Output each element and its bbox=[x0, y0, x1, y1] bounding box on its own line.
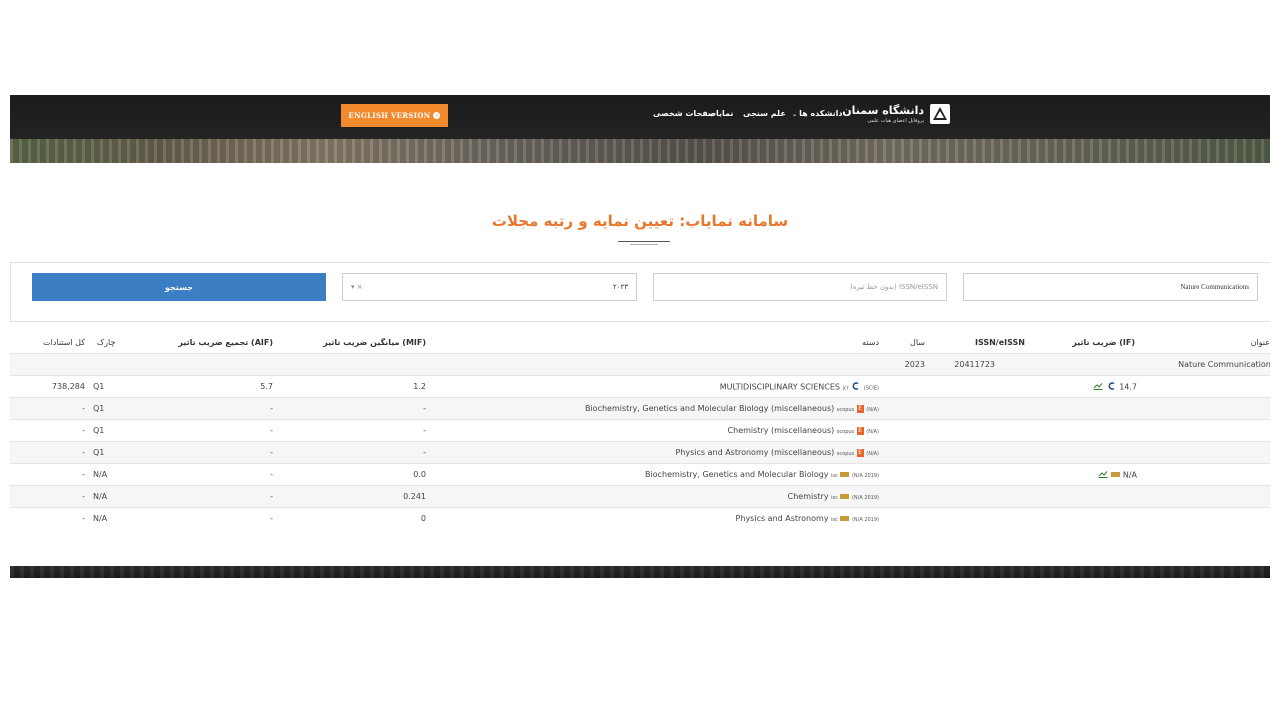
header-aif: تجمیع ضریب تاثیر (AIF) bbox=[178, 337, 273, 347]
scopus-icon: E bbox=[856, 404, 864, 413]
quartile-cell: N/A bbox=[85, 485, 125, 508]
nav-faculties[interactable]: ⌄ دانشکده ها bbox=[792, 109, 842, 118]
nav-scientometrics[interactable]: علم سنجی bbox=[743, 109, 786, 118]
msrt-icon bbox=[840, 494, 850, 499]
trend-chart-icon[interactable] bbox=[1093, 382, 1103, 392]
aif-cell: 5.7 bbox=[125, 375, 273, 398]
quartile-cell: N/A bbox=[85, 463, 125, 486]
trend-chart-icon[interactable] bbox=[1098, 470, 1108, 480]
quartile-cell: Q1 bbox=[85, 441, 125, 464]
citations-cell: - bbox=[10, 507, 85, 529]
issn-input[interactable]: ISSN/eISSN (بدون خط تیره) bbox=[653, 273, 947, 301]
mif-cell: 1.2 bbox=[273, 375, 426, 398]
mif-cell: - bbox=[273, 397, 426, 420]
table-row: - Q1 - - Chemistry (miscellaneous) scopu… bbox=[10, 419, 1270, 442]
scopus-icon: E bbox=[856, 426, 864, 435]
mif-cell: - bbox=[273, 419, 426, 442]
category-cell: Physics and Astronomy (miscellaneous) sc… bbox=[426, 441, 882, 464]
english-version-button[interactable]: ENGLISH VERSION › bbox=[341, 104, 448, 127]
aif-cell: - bbox=[125, 397, 273, 420]
table-row: - N/A - 0 Physics and Astronomy isc (N/A… bbox=[10, 507, 1270, 529]
english-version-label: ENGLISH VERSION bbox=[348, 111, 431, 120]
university-emblem-icon bbox=[930, 104, 950, 124]
site-footer bbox=[10, 566, 1270, 578]
aif-cell: - bbox=[125, 441, 273, 464]
year-select[interactable]: ۲۰۲۳ ▾ × bbox=[342, 273, 637, 301]
msrt-icon bbox=[1111, 472, 1121, 477]
citations-cell: - bbox=[10, 419, 85, 442]
aif-cell: - bbox=[125, 485, 273, 508]
aif-cell: - bbox=[125, 507, 273, 529]
quartile-cell: N/A bbox=[85, 507, 125, 529]
if-cell: 14.7 bbox=[1027, 375, 1137, 398]
header-title: عنوان bbox=[1250, 337, 1270, 347]
msrt-icon bbox=[840, 472, 850, 477]
header-mif: میانگین ضریب تاثیر (MIF) bbox=[323, 337, 426, 347]
citations-cell: - bbox=[10, 397, 85, 420]
mif-cell: 0 bbox=[273, 507, 426, 529]
category-cell: Physics and Astronomy isc (N/A 2019) bbox=[426, 507, 882, 529]
citations-cell: - bbox=[10, 441, 85, 464]
header-category: دسته bbox=[862, 337, 879, 347]
scopus-icon: E bbox=[856, 448, 864, 457]
journal-name-input[interactable]: Nature Communications bbox=[963, 273, 1258, 301]
quartile-cell: Q1 bbox=[85, 375, 125, 398]
category-cell: Chemistry isc (N/A 2019) bbox=[426, 485, 882, 508]
mif-cell: - bbox=[273, 441, 426, 464]
header-citations: کل استنادات bbox=[43, 337, 85, 347]
jcr-icon bbox=[852, 381, 860, 392]
year-value: ۲۰۲۳ bbox=[612, 283, 628, 291]
header-year: سال bbox=[910, 337, 925, 347]
site-header: ENGLISH VERSION › ⌄ دانشکده ها علم سنجی … bbox=[10, 95, 1270, 163]
journal-row: 2023 20411723 Nature Communications bbox=[10, 353, 1270, 376]
category-cell: Chemistry (miscellaneous) scopus E (N/A) bbox=[426, 419, 882, 442]
header-if: ضریب تاثیر (IF) bbox=[1072, 337, 1135, 347]
logo-subtitle: پروفایل اعضای هیات علمی bbox=[867, 118, 924, 124]
table-row: - Q1 - - Physics and Astronomy (miscella… bbox=[10, 441, 1270, 464]
table-row: - N/A - 0.0 Biochemistry, Genetics and M… bbox=[10, 463, 1270, 486]
aif-cell: - bbox=[125, 419, 273, 442]
table-row: - N/A - 0.241 Chemistry isc (N/A 2019) bbox=[10, 485, 1270, 508]
header-issn: ISSN/eISSN bbox=[974, 337, 1025, 347]
citations-cell: 738,284 bbox=[10, 375, 85, 398]
dropdown-arrow-icon[interactable]: ▾ bbox=[351, 283, 355, 291]
table-row: - Q1 - - Biochemistry, Genetics and Mole… bbox=[10, 397, 1270, 420]
header-quartile: چارک bbox=[97, 337, 116, 347]
journal-title[interactable]: Nature Communications bbox=[1137, 353, 1270, 376]
page-title: سامانه نمایاب: تعیین نمایه و رتبه مجلات bbox=[491, 212, 789, 230]
category-cell: Biochemistry, Genetics and Molecular Bio… bbox=[426, 397, 882, 420]
aif-cell: - bbox=[125, 463, 273, 486]
clear-icon[interactable]: × bbox=[357, 283, 363, 291]
category-cell: MULTIDISCIPLINARY SCIENCES jcr (SCIE) bbox=[426, 375, 882, 398]
if-cell: N/A bbox=[1027, 463, 1137, 486]
search-button[interactable]: جستجو bbox=[32, 273, 326, 301]
results-table: کل استنادات چارک تجمیع ضریب تاثیر (AIF) … bbox=[10, 331, 1270, 529]
jcr-icon bbox=[1108, 381, 1116, 392]
journal-issn: 20411723 bbox=[927, 353, 1027, 376]
journal-year: 2023 bbox=[882, 353, 927, 376]
citations-cell: - bbox=[10, 463, 85, 486]
citations-cell: - bbox=[10, 485, 85, 508]
category-cell: Biochemistry, Genetics and Molecular Bio… bbox=[426, 463, 882, 486]
year-select-controls: ▾ × bbox=[351, 283, 363, 291]
table-header-row: کل استنادات چارک تجمیع ضریب تاثیر (AIF) … bbox=[10, 331, 1270, 354]
table-row: 738,284 Q1 5.7 1.2 MULTIDISCIPLINARY SCI… bbox=[10, 375, 1270, 398]
arrow-circle-icon: › bbox=[433, 112, 441, 119]
campus-banner-image bbox=[10, 139, 1270, 163]
quartile-cell: Q1 bbox=[85, 397, 125, 420]
msrt-icon bbox=[840, 516, 850, 521]
mif-cell: 0.0 bbox=[273, 463, 426, 486]
logo-name: دانشگاه سمنان bbox=[842, 104, 924, 117]
quartile-cell: Q1 bbox=[85, 419, 125, 442]
title-divider bbox=[618, 241, 670, 242]
mif-cell: 0.241 bbox=[273, 485, 426, 508]
nav-personal-pages[interactable]: صفحات شخصی bbox=[653, 109, 716, 118]
university-logo[interactable]: دانشگاه سمنان پروفایل اعضای هیات علمی bbox=[842, 101, 950, 127]
title-divider-accent bbox=[630, 244, 658, 245]
